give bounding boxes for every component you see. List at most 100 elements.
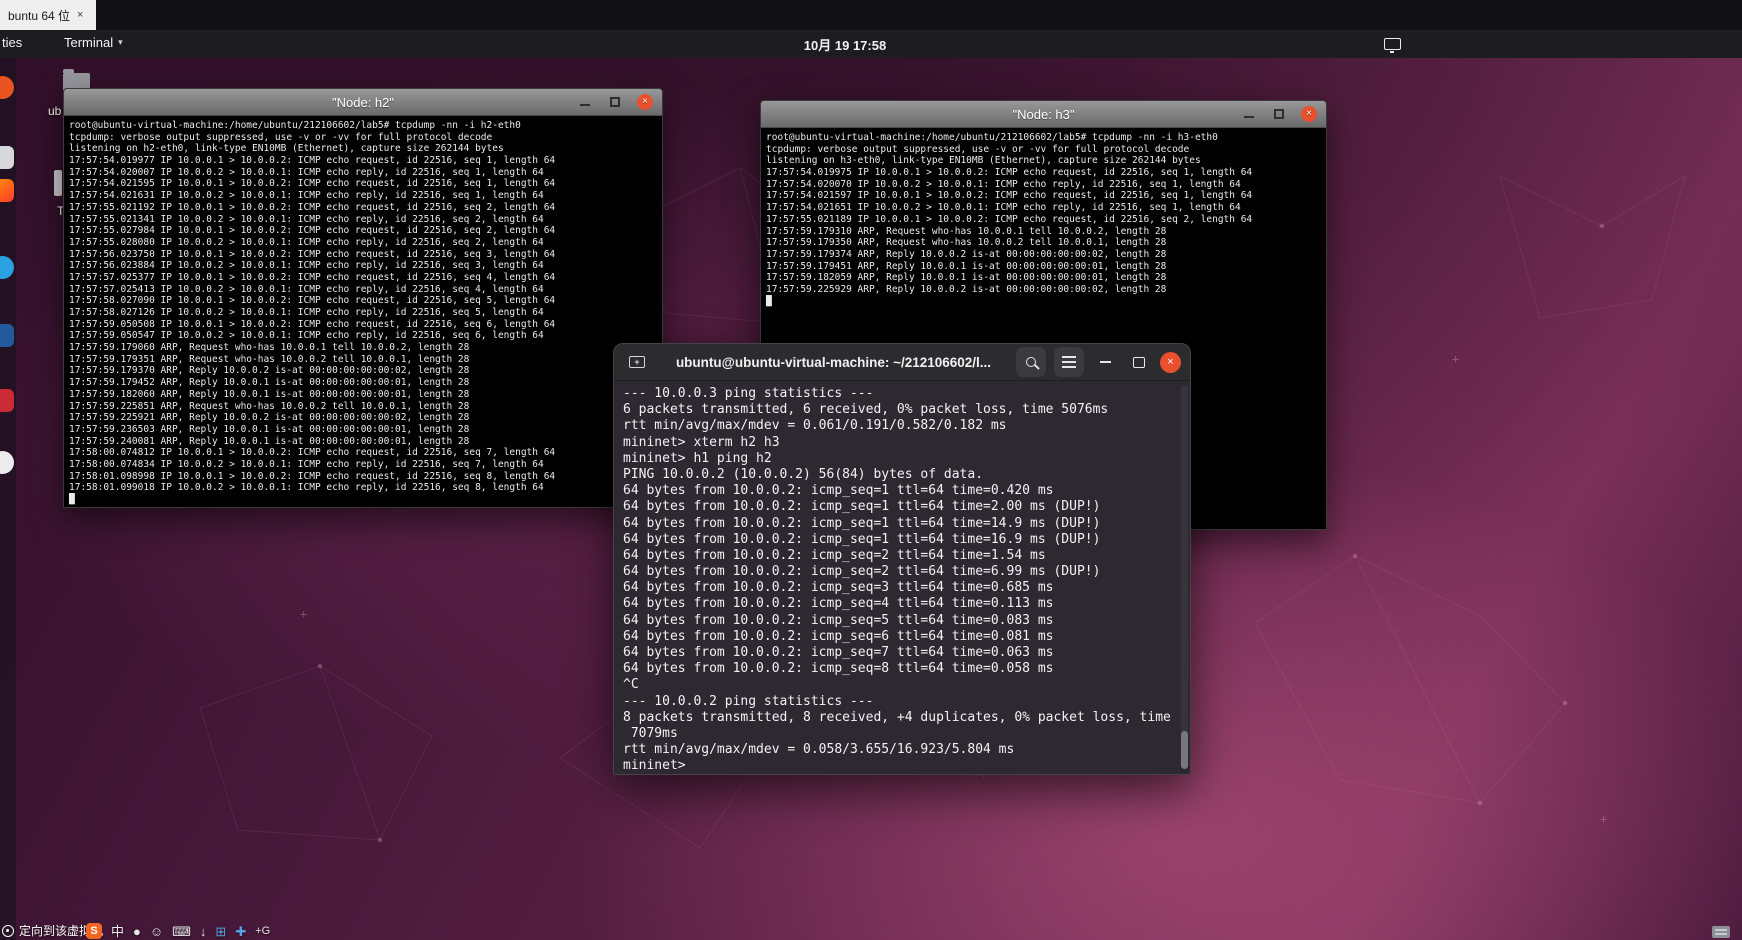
terminal-line: 17:57:59.182060 ARP, Reply 10.0.0.1 is-a…: [69, 388, 470, 400]
terminal-line: 64 bytes from 10.0.0.2: icmp_seq=8 ttl=6…: [623, 661, 1054, 677]
terminal-line: 17:57:54.021631 IP 10.0.0.2 > 10.0.0.1: …: [69, 190, 544, 202]
target-icon: [2, 924, 14, 937]
sogou-logo-icon[interactable]: S: [86, 923, 102, 939]
dock-app-icon-6[interactable]: [0, 389, 14, 412]
ime-toolbox-icon[interactable]: ✚: [235, 925, 246, 938]
terminal-line: 64 bytes from 10.0.0.2: icmp_seq=7 ttl=6…: [623, 645, 1054, 660]
ime-grid-icon[interactable]: ⊞: [215, 925, 226, 938]
terminal-line: 7079ms: [623, 725, 678, 741]
vmware-tray-icon[interactable]: [1712, 926, 1730, 938]
new-tab-button[interactable]: +: [623, 349, 651, 375]
window-node-h2: "Node: h2" × root@ubuntu-virtual-machine…: [63, 88, 663, 508]
clock[interactable]: 10月 19 17:58: [804, 35, 886, 54]
svg-text:+: +: [1452, 352, 1459, 366]
terminal-line: root@ubuntu-virtual-machine:/home/ubuntu…: [69, 120, 521, 131]
terminal-line: tcpdump: verbose output suppressed, use …: [69, 131, 493, 143]
menu-button[interactable]: [1054, 347, 1084, 377]
close-button[interactable]: ×: [1160, 351, 1181, 373]
terminal-header-bar[interactable]: + ubuntu@ubuntu-virtual-machine: ~/21210…: [614, 344, 1190, 381]
terminal-line: 64 bytes from 10.0.0.2: icmp_seq=3 ttl=6…: [623, 580, 1054, 596]
close-button[interactable]: ×: [1301, 106, 1317, 122]
minimize-button[interactable]: [1092, 349, 1118, 375]
terminal-line: 17:57:59.179310 ARP, Request who-has 10.…: [766, 225, 1167, 237]
svg-text:+: +: [300, 607, 307, 621]
terminal-line: mininet>: [623, 758, 694, 774]
terminal-output[interactable]: --- 10.0.0.3 ping statistics --- 6 packet…: [614, 381, 1190, 774]
minimize-icon[interactable]: [580, 97, 590, 107]
dock-app-icon-2[interactable]: [0, 146, 14, 169]
dock-app-icon-7[interactable]: [0, 451, 14, 474]
terminal-line: 64 bytes from 10.0.0.2: icmp_seq=1 ttl=6…: [623, 499, 1101, 515]
desktop-icon-partial[interactable]: [54, 170, 62, 196]
terminal-line: 17:58:01.098998 IP 10.0.0.1 > 10.0.0.2: …: [69, 470, 556, 482]
terminal-line: --- 10.0.0.3 ping statistics ---: [623, 386, 874, 401]
terminal-line: mininet> xterm h2 h3: [623, 434, 780, 450]
terminal-line: 17:58:00.074834 IP 10.0.0.2 > 10.0.0.1: …: [69, 458, 544, 470]
app-menu-terminal[interactable]: Terminal ▾: [64, 35, 123, 50]
terminal-line: listening on h3-eth0, link-type EN10MB (…: [766, 155, 1201, 167]
terminal-line: 17:57:54.020007 IP 10.0.0.2 > 10.0.0.1: …: [69, 166, 544, 178]
vmware-tab[interactable]: buntu 64 位 ×: [0, 0, 96, 30]
terminal-line: 17:58:00.074812 IP 10.0.0.1 > 10.0.0.2: …: [69, 447, 556, 459]
terminal-line: 17:57:59.225929 ARP, Reply 10.0.0.2 is-a…: [766, 283, 1167, 295]
terminal-line: rtt min/avg/max/mdev = 0.058/3.655/16.92…: [623, 742, 1015, 758]
terminal-line: 64 bytes from 10.0.0.2: icmp_seq=1 ttl=6…: [623, 515, 1101, 531]
terminal-line: 17:57:59.179374 ARP, Reply 10.0.0.2 is-a…: [766, 248, 1167, 260]
dock-app-icon-4[interactable]: [0, 256, 14, 279]
terminal-line: 64 bytes from 10.0.0.2: icmp_seq=4 ttl=6…: [623, 596, 1054, 612]
ime-punct-icon[interactable]: ●: [133, 925, 141, 938]
terminal-line: mininet> h1 ping h2: [623, 450, 772, 466]
terminal-line: 17:57:59.179351 ARP, Request who-has 10.…: [69, 353, 470, 365]
ime-download-icon[interactable]: ↓: [200, 925, 207, 938]
terminal-line: 17:57:57.025413 IP 10.0.0.2 > 10.0.0.1: …: [69, 283, 544, 295]
terminal-line: 17:57:59.225921 ARP, Reply 10.0.0.2 is-a…: [69, 412, 470, 424]
activities-button[interactable]: ties: [2, 35, 22, 50]
terminal-line: rtt min/avg/max/mdev = 0.061/0.191/0.582…: [623, 418, 1007, 434]
terminal-line: 17:57:58.027126 IP 10.0.0.2 > 10.0.0.1: …: [69, 307, 544, 318]
ime-keyboard-icon[interactable]: ⌨: [172, 925, 191, 938]
h3-window-title: "Node: h3": [1012, 106, 1075, 122]
minimize-icon[interactable]: [1244, 109, 1254, 119]
terminal-line: 17:57:59.236503 ARP, Reply 10.0.0.1 is-a…: [69, 423, 470, 435]
maximize-icon[interactable]: [610, 97, 620, 107]
terminal-line: 17:57:54.019975 IP 10.0.0.1 > 10.0.0.2: …: [766, 167, 1253, 179]
scrollbar-thumb[interactable]: [1181, 731, 1188, 769]
terminal-line: 17:57:54.021651 IP 10.0.0.2 > 10.0.0.1: …: [766, 202, 1241, 214]
vmware-window: buntu 64 位 × ties Terminal ▾ 10月 19 17:5…: [0, 0, 1742, 940]
desktop: +++ +++ ub T "Node: h2" ×: [0, 58, 1742, 940]
h2-terminal-output[interactable]: root@ubuntu-virtual-machine:/home/ubuntu…: [64, 116, 662, 507]
terminal-line: 17:57:58.027090 IP 10.0.0.1 > 10.0.0.2: …: [69, 295, 556, 307]
h2-title-bar[interactable]: "Node: h2" ×: [64, 89, 662, 116]
terminal-line: 64 bytes from 10.0.0.2: icmp_seq=1 ttl=6…: [623, 531, 1101, 547]
terminal-line: 64 bytes from 10.0.0.2: icmp_seq=2 ttl=6…: [623, 564, 1101, 580]
terminal-line: 17:57:57.025377 IP 10.0.0.1 > 10.0.0.2: …: [69, 271, 556, 283]
search-icon: [1026, 357, 1036, 367]
search-button[interactable]: [1016, 347, 1046, 377]
h2-window-title: "Node: h2": [332, 94, 394, 110]
h3-title-bar[interactable]: "Node: h3" ×: [761, 101, 1326, 128]
maximize-button[interactable]: [1126, 349, 1152, 375]
terminal-line: --- 10.0.0.2 ping statistics ---: [623, 693, 874, 709]
terminal-line: 17:57:54.019977 IP 10.0.0.1 > 10.0.0.2: …: [69, 155, 556, 167]
terminal-line: 17:57:59.179350 ARP, Request who-has 10.…: [766, 237, 1167, 249]
terminal-window-title: ubuntu@ubuntu-virtual-machine: ~/2121066…: [675, 354, 992, 370]
terminal-line: 17:58:01.099018 IP 10.0.0.2 > 10.0.0.1: …: [69, 482, 544, 494]
maximize-icon[interactable]: [1274, 109, 1284, 119]
dock-app-icon-5[interactable]: [0, 324, 14, 347]
scrollbar[interactable]: [1181, 385, 1188, 769]
terminal-line: 17:57:55.028080 IP 10.0.0.2 > 10.0.0.1: …: [69, 236, 544, 248]
new-tab-icon: +: [629, 356, 645, 368]
terminal-line: 17:57:59.050547 IP 10.0.0.2 > 10.0.0.1: …: [69, 330, 544, 342]
terminal-line: PING 10.0.0.2 (10.0.0.2) 56(84) bytes of…: [623, 466, 984, 482]
dock-app-icon-3[interactable]: [0, 179, 14, 202]
ime-emoji-icon[interactable]: ☺: [150, 925, 163, 938]
dock: [0, 58, 16, 940]
hamburger-menu-icon: [1062, 356, 1076, 368]
sogou-ime-bar: S 中 ● ☺ ⌨ ↓ ⊞ ✚ +G: [86, 921, 270, 940]
ime-lang-toggle[interactable]: 中: [111, 925, 124, 938]
dock-app-icon-1[interactable]: [0, 76, 14, 99]
tab-close-icon[interactable]: ×: [77, 9, 83, 21]
close-button[interactable]: ×: [637, 94, 653, 110]
status-indicator-icon[interactable]: [1384, 38, 1401, 53]
vmware-tab-title: buntu 64 位: [8, 8, 71, 23]
